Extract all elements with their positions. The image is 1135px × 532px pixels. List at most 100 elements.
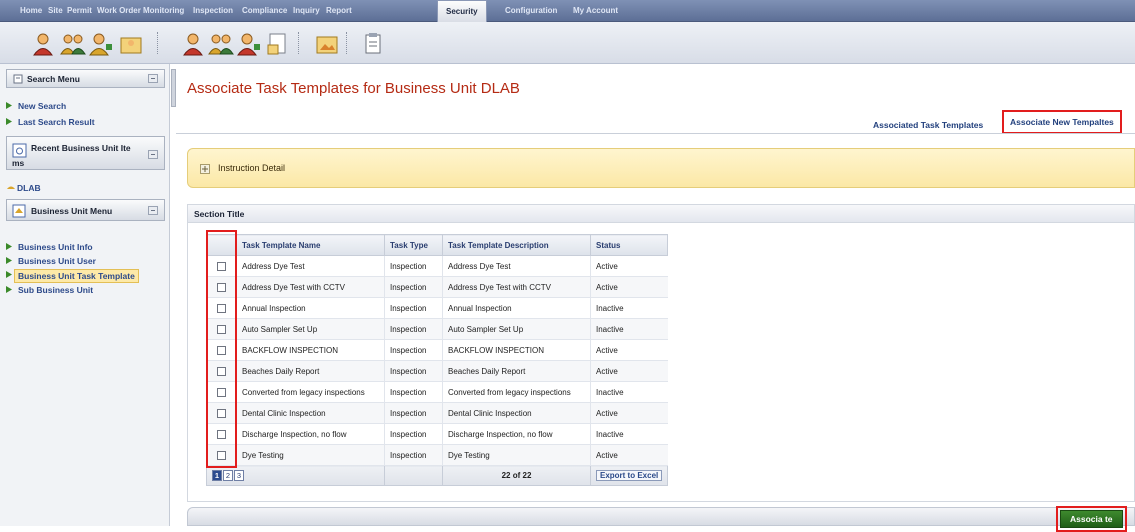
- row-checkbox[interactable]: [217, 387, 226, 397]
- nav-my-account[interactable]: My Account: [573, 0, 618, 22]
- nav-inspection[interactable]: Inspection: [193, 0, 233, 22]
- row-checkbox[interactable]: [217, 366, 226, 376]
- table-row[interactable]: BACKFLOW INSPECTION Inspection BACKFLOW …: [206, 339, 668, 361]
- nav-permit[interactable]: Permit: [67, 0, 92, 22]
- nav-security[interactable]: Security: [437, 0, 487, 22]
- recent-item-label: DLAB: [17, 183, 41, 193]
- sidebar-item-label: Business Unit Task Template: [18, 271, 135, 281]
- table-row[interactable]: Discharge Inspection, no flow Inspection…: [206, 423, 668, 445]
- sidebar-link-last-search-result[interactable]: Last Search Result: [6, 117, 95, 127]
- row-checkbox[interactable]: [217, 261, 226, 271]
- table-row[interactable]: Converted from legacy inspections Inspec…: [206, 381, 668, 403]
- nav-inquiry[interactable]: Inquiry: [293, 0, 320, 22]
- nav-site[interactable]: Site: [48, 0, 63, 22]
- nav-monitoring[interactable]: Monitoring: [143, 0, 184, 22]
- table-row[interactable]: Auto Sampler Set Up Inspection Auto Samp…: [206, 318, 668, 340]
- users-group-icon[interactable]: [60, 30, 86, 56]
- table-row[interactable]: Dye Testing Inspection Dye Testing Activ…: [206, 444, 668, 466]
- document-icon[interactable]: [264, 30, 290, 56]
- cell-task-template-name: Beaches Daily Report: [236, 360, 385, 382]
- cell-task-template-name: Annual Inspection: [236, 297, 385, 319]
- recent-items-title-wrap: ms: [12, 158, 25, 168]
- sidebar-item-business-unit-task-template[interactable]: Business Unit Task Template: [6, 269, 139, 283]
- row-checkbox[interactable]: [217, 408, 226, 418]
- collapse-icon[interactable]: [148, 206, 158, 215]
- instruction-panel[interactable]: Instruction Detail: [187, 148, 1135, 188]
- sidebar-item-business-unit-user[interactable]: Business Unit User: [6, 256, 96, 266]
- cell-task-type: Inspection: [384, 297, 443, 319]
- export-to-excel-button[interactable]: Export to Excel: [596, 470, 663, 481]
- recent-items-header[interactable]: Recent Business Unit Ite ms: [6, 136, 165, 170]
- nav-work-order[interactable]: Work Order: [97, 0, 141, 22]
- column-header-task-template-name[interactable]: Task Template Name: [236, 234, 385, 256]
- cell-task-template-description: Discharge Inspection, no flow: [442, 423, 591, 445]
- toolbar-separator: [157, 32, 158, 54]
- instruction-label: Instruction Detail: [218, 163, 286, 173]
- nav-report[interactable]: Report: [326, 0, 352, 22]
- clipboard-icon[interactable]: [360, 30, 386, 56]
- column-header-status[interactable]: Status: [589, 234, 669, 256]
- search-menu-header[interactable]: Search Menu: [6, 69, 165, 88]
- user-folder-icon[interactable]: [118, 30, 144, 56]
- folder-image-icon[interactable]: [314, 30, 340, 56]
- nav-configuration[interactable]: Configuration: [505, 0, 557, 22]
- footer-bar: [187, 507, 1135, 526]
- table-row[interactable]: Dental Clinic Inspection Inspection Dent…: [206, 402, 668, 424]
- cell-task-template-name: Dye Testing: [236, 444, 385, 466]
- toolbar-separator: [298, 32, 299, 54]
- recent-item-dlab[interactable]: DLAB: [7, 183, 41, 193]
- column-header-task-type[interactable]: Task Type: [384, 234, 443, 256]
- cell-task-template-name: Converted from legacy inspections: [236, 381, 385, 403]
- table-row[interactable]: Address Dye Test Inspection Address Dye …: [206, 255, 668, 277]
- user-add-icon[interactable]: [236, 30, 262, 56]
- page-button-3[interactable]: 3: [234, 470, 244, 481]
- cell-task-template-description: BACKFLOW INSPECTION: [442, 339, 591, 361]
- collapse-icon[interactable]: [148, 150, 158, 159]
- search-menu-icon: [13, 74, 23, 84]
- row-checkbox[interactable]: [217, 345, 226, 355]
- sidebar-resize-handle[interactable]: [171, 69, 176, 107]
- sidebar-item-business-unit-info[interactable]: Business Unit Info: [6, 242, 93, 252]
- nav-compliance[interactable]: Compliance: [242, 0, 287, 22]
- user-icon[interactable]: [30, 30, 56, 56]
- table-row[interactable]: Annual Inspection Inspection Annual Insp…: [206, 297, 668, 319]
- cell-task-type: Inspection: [384, 255, 443, 277]
- sidebar-item-label: Business Unit Info: [18, 242, 93, 252]
- expand-icon[interactable]: [200, 164, 210, 174]
- page-button-2[interactable]: 2: [223, 470, 233, 481]
- tab-associate-new-templates[interactable]: Associate New Tempaltes: [1002, 110, 1122, 134]
- export-cell: Export to Excel: [589, 465, 669, 486]
- table-row[interactable]: Beaches Daily Report Inspection Beaches …: [206, 360, 668, 382]
- sidebar-item-sub-business-unit[interactable]: Sub Business Unit: [6, 285, 93, 295]
- sidebar-link-new-search[interactable]: New Search: [6, 101, 66, 111]
- table-footer-row: 123 22 of 22 Export to Excel: [206, 465, 669, 486]
- user-icon[interactable]: [180, 30, 206, 56]
- row-checkbox[interactable]: [217, 324, 226, 334]
- user-add-icon[interactable]: [88, 30, 114, 56]
- nav-home[interactable]: Home: [20, 0, 42, 22]
- sidebar-link-label: Last Search Result: [18, 117, 95, 127]
- toolbar: [0, 22, 1135, 64]
- cell-task-type: Inspection: [384, 381, 443, 403]
- collapse-icon[interactable]: [148, 74, 158, 83]
- users-group-icon[interactable]: [208, 30, 234, 56]
- column-header-task-template-description[interactable]: Task Template Description: [442, 234, 591, 256]
- associate-button-highlight: Associa te: [1056, 506, 1127, 532]
- bullet-icon: [6, 243, 12, 250]
- cell-status: Inactive: [589, 297, 668, 319]
- recent-items-icon: [12, 143, 27, 158]
- row-checkbox[interactable]: [217, 450, 226, 460]
- row-checkbox[interactable]: [217, 282, 226, 292]
- business-unit-menu-header[interactable]: Business Unit Menu: [6, 199, 165, 221]
- row-checkbox[interactable]: [217, 429, 226, 439]
- tab-associated-task-templates[interactable]: Associated Task Templates: [873, 116, 983, 134]
- business-unit-icon: [7, 186, 15, 189]
- cell-task-template-name: Discharge Inspection, no flow: [236, 423, 385, 445]
- page-button-1[interactable]: 1: [212, 470, 222, 481]
- sidebar: Search Menu New Search Last Search Resul…: [0, 64, 170, 526]
- table-row[interactable]: Address Dye Test with CCTV Inspection Ad…: [206, 276, 668, 298]
- cell-task-type: Inspection: [384, 444, 443, 466]
- cell-task-template-description: Address Dye Test: [442, 255, 591, 277]
- associate-button[interactable]: Associa te: [1060, 510, 1123, 528]
- row-checkbox[interactable]: [217, 303, 226, 313]
